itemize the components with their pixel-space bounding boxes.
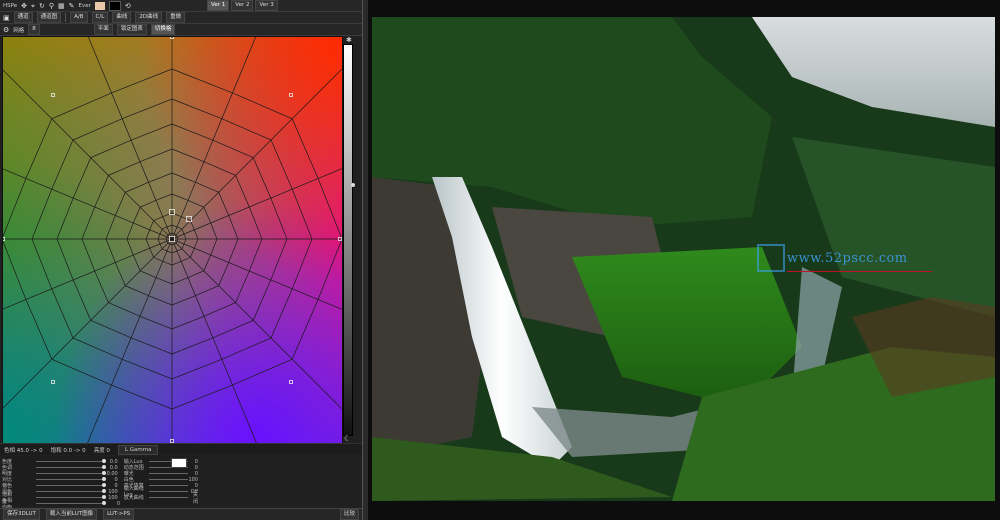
control-slider[interactable] [35, 489, 106, 493]
crosshair-icon[interactable]: ⌖ [31, 1, 35, 11]
control-slider[interactable] [35, 465, 106, 469]
slider-knob[interactable] [101, 495, 106, 499]
bottom-toolbar: 保存3DLUT 载入当前LUT图像 LUT->PS 比较 [0, 508, 362, 520]
mode-label[interactable]: HSPe [3, 3, 17, 9]
version-tab-1[interactable]: Ver 1 [207, 0, 230, 11]
cl-button[interactable]: C/L [91, 12, 109, 23]
rotate-icon[interactable]: ↻ [39, 1, 45, 11]
version-tabs: Ver 1 Ver 2 Ver 3 [207, 0, 278, 11]
lock-chart-button[interactable]: 锁定图表 [116, 24, 147, 35]
luminance-knob[interactable] [351, 183, 355, 187]
curve-button[interactable]: 曲线 [112, 12, 132, 23]
slider-knob[interactable] [101, 477, 106, 481]
compare-button[interactable]: 比较 [339, 509, 359, 520]
grid-icon[interactable]: ▦ [58, 1, 65, 11]
pick-icon[interactable]: ✎ [69, 1, 75, 11]
channel-map-button[interactable]: 通道图 [36, 12, 62, 23]
version-tab-3[interactable]: Ver 3 [255, 0, 278, 11]
move-icon[interactable]: ✥ [21, 1, 27, 11]
control-row: 色相均衡0 [2, 498, 198, 511]
control-slider[interactable] [149, 497, 189, 498]
luminance-slider[interactable] [343, 44, 353, 436]
adjustment-controls: 色度 0.0 输入Lux 0 色调 0.0 动态范围 0 明度 0.00 曝光 0 对比 0 白色 100 偏色… [2, 456, 198, 511]
white-swatch[interactable] [171, 458, 187, 468]
hue-readout: 色相 45.0 -> 0 [4, 447, 43, 454]
watermark: www.52pscc.com [757, 244, 935, 274]
channel-button[interactable]: 通道 [13, 12, 33, 23]
toggle-grid-button[interactable]: 切换格 [150, 24, 176, 35]
save-3dlut-button[interactable]: 保存3DLUT [3, 509, 40, 520]
control-slider[interactable] [149, 485, 189, 486]
control-slider[interactable] [36, 501, 106, 505]
channel-toolbar: ▣ 通道 通道图 A/B C/L 曲线 2D曲线 重做 [0, 12, 362, 24]
star-icon: ✱ [346, 36, 352, 44]
control-slider[interactable] [35, 471, 106, 475]
load-lut-image-button[interactable]: 载入当前LUT图像 [45, 509, 98, 520]
channel-icon: ▣ [3, 13, 10, 22]
control-slider[interactable] [35, 495, 106, 499]
slider-knob[interactable] [101, 483, 106, 487]
grid-count-select[interactable]: 8 [28, 24, 40, 35]
slider-knob[interactable] [101, 459, 106, 463]
control-slider[interactable] [35, 459, 106, 463]
slider-knob[interactable] [102, 501, 106, 505]
version-tab-2[interactable]: Ver 2 [231, 0, 254, 11]
redo-button[interactable]: 重做 [166, 12, 186, 23]
saturation-readout: 饱和 0.0 -> 0 [50, 447, 86, 454]
control-slider[interactable] [35, 483, 106, 487]
moon-icon[interactable]: ☾ [344, 434, 351, 443]
watermark-text: www.52pscc.com [787, 251, 908, 266]
color-swatch-black[interactable] [108, 0, 121, 11]
plane-button[interactable]: 平面 [93, 24, 113, 35]
color-swatch-skin[interactable] [94, 1, 105, 10]
color-grid-svg[interactable] [3, 37, 342, 443]
reset-icon[interactable]: ⟲ [125, 1, 131, 11]
control-slider[interactable] [149, 491, 189, 492]
curve-2d-button[interactable]: 2D曲线 [135, 12, 163, 23]
divider [65, 13, 67, 22]
slider-knob[interactable] [101, 471, 106, 475]
grid-settings-icon[interactable]: ⚙ [3, 25, 9, 35]
control-value[interactable]: 0 [106, 501, 120, 507]
main-toolbar: HSPe ✥ ⌖ ↻ ⚲ ▦ ✎ Ever ⟲ [0, 0, 362, 12]
ab-button[interactable]: A/B [70, 12, 88, 23]
grid-label: 网格 [13, 27, 25, 34]
slider-knob[interactable] [101, 465, 106, 469]
control-slider[interactable] [149, 479, 189, 480]
color-grid-canvas[interactable] [2, 36, 343, 444]
grid-toolbar: ⚙ 网格 8 平面 锁定图表 切换格 [0, 24, 362, 36]
ever-label: Ever [78, 2, 91, 9]
control-slider[interactable] [35, 477, 106, 481]
brightness-readout: 亮度 0 [93, 447, 110, 454]
gamma-select[interactable]: L Gamma [117, 444, 159, 455]
lut-to-ps-button[interactable]: LUT->PS [103, 509, 135, 520]
ps-logo-icon [757, 244, 785, 272]
zoom-icon[interactable]: ⚲ [49, 1, 54, 11]
status-bar: 色相 45.0 -> 0 饱和 0.0 -> 0 亮度 0 L Gamma [0, 443, 362, 455]
watermark-underline [787, 271, 932, 272]
control-slider[interactable] [149, 473, 189, 474]
slider-knob[interactable] [101, 489, 106, 493]
